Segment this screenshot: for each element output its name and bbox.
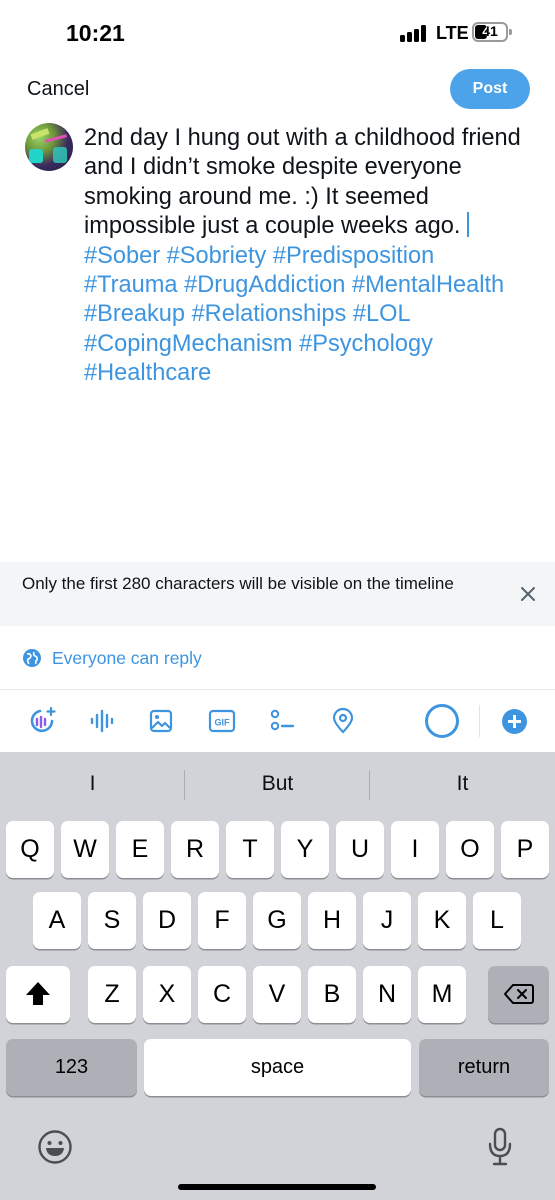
key-r[interactable]: R	[171, 821, 219, 878]
space-key[interactable]: space	[144, 1039, 411, 1096]
backspace-icon	[503, 984, 534, 1004]
key-t[interactable]: T	[226, 821, 274, 878]
tweet-text-input[interactable]: 2nd day I hung out with a childhood frie…	[84, 124, 534, 389]
character-limit-notice: Only the first 280 characters will be vi…	[0, 562, 555, 626]
key-m[interactable]: M	[418, 966, 466, 1023]
status-time: 10:21	[66, 20, 125, 46]
hashtag: #Predisposition	[272, 242, 435, 269]
hashtag: #CopingMechanism	[84, 330, 293, 357]
add-thread-icon[interactable]	[502, 709, 527, 734]
key-s[interactable]: S	[88, 892, 136, 949]
hashtag: #Healthcare	[84, 360, 212, 387]
numbers-key[interactable]: 123	[6, 1039, 137, 1096]
backspace-key[interactable]	[488, 966, 549, 1023]
location-icon[interactable]	[327, 705, 359, 737]
shift-key[interactable]	[6, 966, 70, 1023]
post-button[interactable]: Post	[450, 69, 530, 109]
battery-level: 41	[482, 23, 498, 39]
key-y[interactable]: Y	[281, 821, 329, 878]
suggestion-3[interactable]: It	[370, 752, 555, 816]
key-d[interactable]: D	[143, 892, 191, 949]
cancel-button[interactable]: Cancel	[27, 78, 89, 101]
globe-icon	[23, 649, 41, 667]
hashtag: #Sober	[84, 242, 161, 269]
hashtag: #Breakup	[84, 301, 185, 328]
key-e[interactable]: E	[116, 821, 164, 878]
status-bar: 10:21 LTE 41	[0, 0, 555, 68]
hashtag: #MentalHealth	[352, 272, 505, 299]
signal-icon	[400, 24, 430, 42]
return-key[interactable]: return	[419, 1039, 549, 1096]
suggestion-1[interactable]: I	[0, 752, 185, 816]
network-type: LTE	[436, 23, 469, 43]
text-cursor	[466, 212, 469, 238]
key-o[interactable]: O	[446, 821, 494, 878]
key-v[interactable]: V	[253, 966, 301, 1023]
key-h[interactable]: H	[308, 892, 356, 949]
hashtag: #DrugAddiction	[184, 272, 346, 299]
audio-wave-icon[interactable]	[86, 705, 118, 737]
tweet-text: 2nd day I hung out with a childhood frie…	[84, 125, 521, 240]
home-indicator	[178, 1184, 376, 1190]
divider	[0, 689, 555, 690]
key-u[interactable]: U	[336, 821, 384, 878]
key-p[interactable]: P	[501, 821, 549, 878]
key-l[interactable]: L	[473, 892, 521, 949]
key-b[interactable]: B	[308, 966, 356, 1023]
hashtag: #Trauma	[84, 272, 178, 299]
reply-setting-label: Everyone can reply	[52, 648, 202, 668]
key-x[interactable]: X	[143, 966, 191, 1023]
key-n[interactable]: N	[363, 966, 411, 1023]
hashtag: #Relationships	[191, 301, 347, 328]
hashtag-list: #Sober #Sobriety #Predisposition #Trauma…	[84, 243, 504, 387]
key-g[interactable]: G	[253, 892, 301, 949]
key-c[interactable]: C	[198, 966, 246, 1023]
microphone-icon[interactable]	[486, 1127, 514, 1167]
key-a[interactable]: A	[33, 892, 81, 949]
avatar[interactable]	[25, 123, 73, 171]
gif-icon[interactable]: GIF	[206, 705, 238, 737]
close-icon[interactable]	[516, 582, 540, 606]
key-k[interactable]: K	[418, 892, 466, 949]
grok-icon[interactable]	[26, 705, 58, 737]
gif-label: GIF	[215, 718, 231, 728]
key-w[interactable]: W	[61, 821, 109, 878]
battery-icon: 41	[472, 22, 512, 42]
hashtag: #LOL	[352, 301, 410, 328]
shift-icon	[26, 982, 50, 1005]
character-progress-icon	[425, 704, 459, 738]
key-j[interactable]: J	[363, 892, 411, 949]
key-i[interactable]: I	[391, 821, 439, 878]
notice-text: Only the first 280 characters will be vi…	[22, 574, 454, 593]
key-z[interactable]: Z	[88, 966, 136, 1023]
hashtag: #Sobriety	[166, 242, 267, 269]
key-f[interactable]: F	[198, 892, 246, 949]
suggestion-2[interactable]: But	[185, 752, 370, 816]
poll-icon[interactable]	[266, 705, 298, 737]
keyboard: I But It Q W E R T Y U I O P A S D F G H…	[0, 752, 555, 1200]
toolbar-divider	[479, 705, 480, 737]
key-q[interactable]: Q	[6, 821, 54, 878]
hashtag: #Psychology	[299, 330, 433, 357]
emoji-icon[interactable]	[37, 1129, 73, 1165]
image-icon[interactable]	[145, 705, 177, 737]
